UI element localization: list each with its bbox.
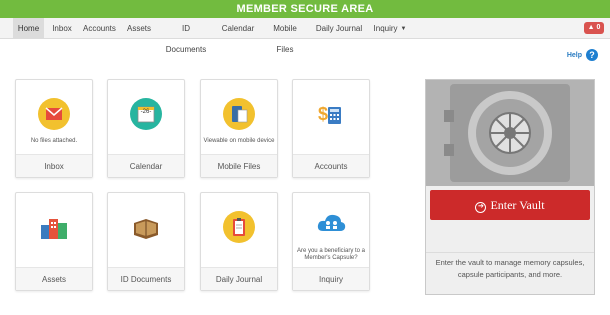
tile-note: Viewable on mobile device	[203, 138, 275, 144]
nav-calendar[interactable]: Calendar	[220, 18, 256, 39]
tile-assets[interactable]: Assets	[15, 192, 93, 291]
tile-inquiry[interactable]: Are you a beneficiary to a Member's Caps…	[292, 192, 370, 291]
vault-door-image	[426, 80, 594, 186]
nav-assets[interactable]: Assets	[126, 18, 152, 39]
help-link[interactable]: Help ?	[548, 49, 598, 63]
tile-label: Calendar	[108, 154, 184, 177]
tile-accounts[interactable]: $ Accounts	[292, 79, 370, 178]
buildings-icon	[38, 211, 70, 243]
arrow-circle-right-icon: ➔	[475, 202, 487, 213]
main-nav: Home Inbox Accounts Assets ID Documents …	[0, 18, 610, 54]
tile-id-documents[interactable]: ID Documents	[107, 192, 185, 291]
people-cloud-icon	[315, 207, 347, 239]
tile-inbox[interactable]: No files attached. Inbox	[15, 79, 93, 178]
tile-label: Inbox	[16, 154, 92, 177]
nav-mobile-files[interactable]: Mobile Files	[264, 18, 306, 54]
tile-label: Mobile Files	[201, 154, 277, 177]
alert-badge[interactable]: ▲ 0	[584, 22, 604, 34]
nav-accounts[interactable]: Accounts	[83, 18, 116, 39]
tile-label: ID Documents	[108, 267, 184, 290]
user-alert-icon: ▲	[587, 24, 595, 31]
nav-inbox[interactable]: Inbox	[50, 18, 74, 39]
tile-label: Inquiry	[293, 267, 369, 290]
tile-daily-journal[interactable]: Daily Journal	[200, 192, 278, 291]
tile-calendar[interactable]: -26- Calendar	[107, 79, 185, 178]
vault-panel: ➔ Enter Vault Enter the vault to manage m…	[425, 79, 595, 295]
tile-label: Assets	[16, 267, 92, 290]
id-book-icon	[130, 211, 162, 243]
tile-label: Daily Journal	[201, 267, 277, 290]
calendar-icon-text: -26-	[140, 109, 152, 115]
clipboard-icon	[223, 211, 255, 243]
tile-label: Accounts	[293, 154, 369, 177]
vault-description: Enter the vault to manage memory capsule…	[426, 252, 594, 281]
envelope-icon	[38, 98, 70, 130]
nav-id-documents[interactable]: ID Documents	[161, 18, 211, 54]
page-banner-title: MEMBER SECURE AREA	[0, 0, 610, 18]
tile-note: No files attached.	[30, 138, 78, 144]
calculator-dollar-icon: $	[315, 98, 347, 130]
question-circle-icon: ?	[586, 49, 598, 61]
tile-mobile-files[interactable]: Viewable on mobile device Mobile Files	[200, 79, 278, 178]
enter-vault-button[interactable]: ➔ Enter Vault	[430, 190, 590, 220]
help-label: Help	[566, 52, 582, 59]
svg-text:$: $	[318, 104, 328, 124]
nav-inquiry-dropdown[interactable]: Inquiry ▼	[372, 18, 408, 39]
mobile-files-icon	[223, 98, 255, 130]
tile-note: Are you a beneficiary to a Member's Caps…	[296, 248, 366, 261]
caret-down-icon: ▼	[400, 26, 407, 32]
nav-daily-journal[interactable]: Daily Journal	[315, 18, 363, 39]
nav-home[interactable]: Home	[13, 18, 44, 39]
